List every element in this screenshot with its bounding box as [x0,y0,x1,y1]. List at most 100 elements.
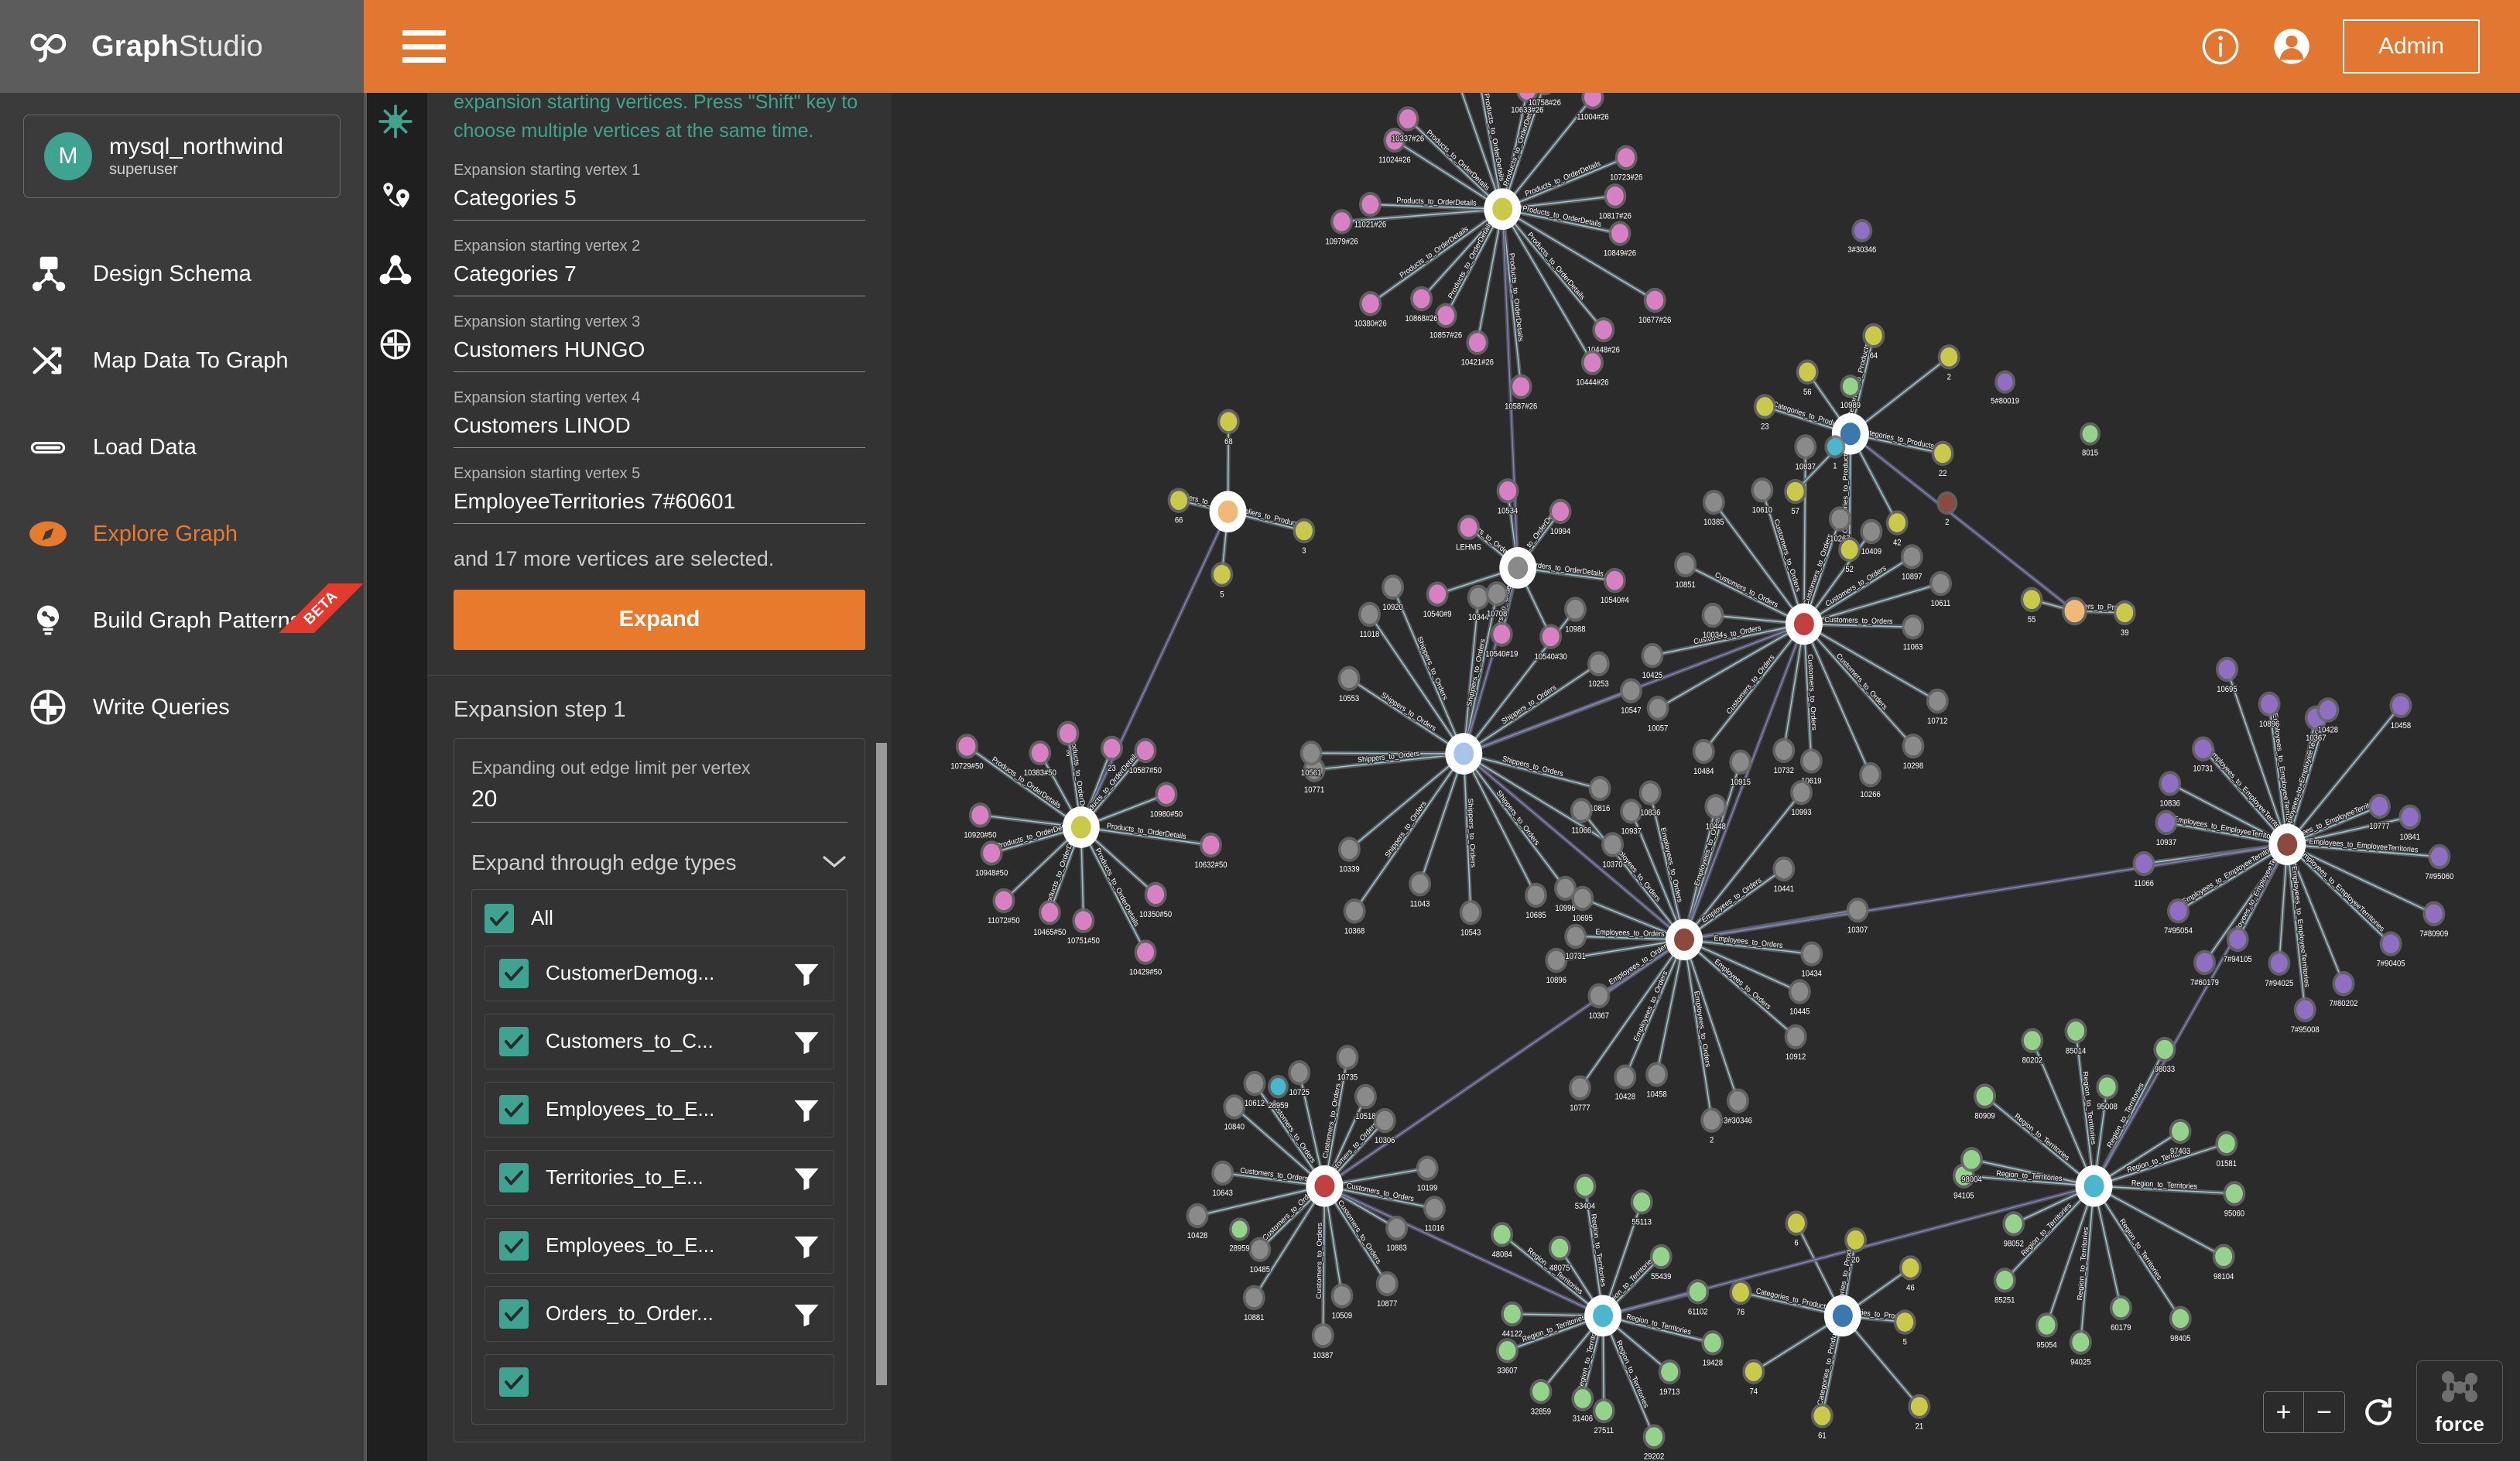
graph-node[interactable]: 10298 [1902,733,1925,772]
graph-node[interactable]: 22 [1931,440,1954,479]
node-circle[interactable] [1910,1397,1928,1416]
graph-node[interactable]: 10057 [1646,696,1669,734]
graph-node[interactable]: 61102 [1686,1279,1710,1318]
graph-node[interactable]: 8015 [2080,422,2101,459]
node-circle[interactable] [1103,738,1121,758]
node-circle[interactable] [2319,700,2337,720]
database-card[interactable]: M mysql_northwind superuser [23,115,341,198]
node-circle[interactable] [1498,1341,1516,1360]
node-circle[interactable] [1929,691,1946,711]
node-circle[interactable] [1792,782,1810,802]
node-circle[interactable] [1775,859,1792,879]
graph-node[interactable]: 7#94025 [2264,950,2295,989]
node-circle[interactable] [1611,224,1628,243]
node-circle[interactable] [1220,412,1238,432]
node-circle[interactable] [1796,437,1814,457]
node-circle[interactable] [1361,294,1379,313]
vertex-field-3[interactable]: Expansion starting vertex 3 Customers HU… [454,313,865,372]
node-circle[interactable] [995,891,1012,911]
node-circle[interactable] [1556,878,1574,898]
graph-node[interactable]: 11063 [1902,614,1925,653]
node-circle[interactable] [2392,696,2409,716]
graph-node[interactable]: 33607 [1496,1338,1519,1377]
graph-node[interactable]: 10428 [1186,1203,1209,1241]
graph-node[interactable]: 85251 [1993,1268,2016,1306]
node-circle[interactable] [2425,904,2443,924]
node-circle[interactable] [1705,492,1723,512]
node-circle[interactable] [1157,785,1175,804]
queries-icon[interactable] [378,327,413,362]
node-circle[interactable] [1618,148,1635,167]
node-circle[interactable] [2401,807,2419,827]
expand-vertices-icon[interactable] [378,104,413,139]
node-circle[interactable] [2215,1247,2233,1267]
node-circle[interactable] [1527,885,1545,905]
node-circle[interactable] [1703,1110,1721,1130]
graph-node[interactable] [2062,597,2088,626]
node-circle[interactable] [1566,926,1584,946]
graph-node[interactable]: 01581 [2215,1131,2238,1169]
node-circle[interactable] [1832,1304,1853,1327]
node-circle[interactable] [1997,373,2013,391]
node-circle[interactable] [2038,1316,2056,1335]
node-circle[interactable] [2217,1134,2235,1154]
node-circle[interactable] [1333,212,1351,231]
graph-node[interactable]: 19428 [1701,1330,1724,1369]
node-circle[interactable] [1576,1176,1594,1196]
edge-types-header[interactable]: Expand through edge types [471,850,847,875]
funnel-icon[interactable] [793,1234,820,1258]
sidebar-item-write-queries[interactable]: Write Queries [0,664,364,751]
graph-node[interactable]: 55113 [1630,1189,1653,1228]
node-circle[interactable] [1606,570,1624,590]
node-circle[interactable] [1864,326,1882,346]
node-circle[interactable] [1903,547,1921,566]
graph-node[interactable]: 10920#50 [963,802,998,841]
node-circle[interactable] [2229,929,2247,949]
checkbox-all[interactable] [484,903,514,933]
node-circle[interactable] [1170,491,1188,510]
graph-node[interactable]: 98405 [2169,1305,2192,1344]
node-circle[interactable] [1214,1163,1231,1183]
node-circle[interactable] [1270,1078,1286,1096]
graph-node[interactable]: 10425 [1641,642,1664,682]
graph-node[interactable]: 10632#50 [1193,832,1228,871]
graph-node[interactable]: 60179 [2109,1295,2132,1334]
edge-type-row[interactable]: Customers_to_C... [484,1013,834,1069]
graph-edge[interactable] [1850,433,2075,612]
chevron-down-icon[interactable] [821,850,847,875]
graph-node[interactable]: 11072#50 [987,888,1021,926]
edge-type-row[interactable]: Employees_to_E... [484,1217,834,1274]
node-circle[interactable] [1799,362,1816,382]
graph-node[interactable]: 10368 [1343,898,1366,937]
node-circle[interactable] [1290,1062,1308,1083]
graph-node[interactable]: 98052 [2002,1211,2025,1250]
node-circle[interactable] [1622,802,1640,821]
node-circle[interactable] [1689,1282,1707,1302]
node-circle[interactable] [1904,618,1922,637]
node-circle[interactable] [1412,289,1430,309]
node-circle[interactable] [1376,1110,1394,1131]
graph-node[interactable]: 56 [1796,359,1819,398]
node-circle[interactable] [1231,1220,1248,1238]
node-circle[interactable] [1419,1158,1436,1178]
graph-node[interactable]: 10199 [1416,1155,1439,1194]
node-circle[interactable] [1488,584,1506,604]
node-circle[interactable] [2116,603,2134,623]
node-circle[interactable] [1340,840,1358,859]
graph-node[interactable]: 10979#26 [1324,209,1359,248]
graph-node[interactable]: 10851 [1674,552,1697,590]
node-circle[interactable] [1074,911,1092,931]
graph-node[interactable]: 10367 [1587,983,1611,1021]
node-circle[interactable] [1245,1288,1263,1308]
zoom-out-button[interactable]: − [2304,1392,2344,1432]
graph-node[interactable]: 95008 [2096,1074,2119,1113]
graph-node[interactable]: 10836 [2159,771,2182,809]
graph-node[interactable]: 10540#4 [1600,567,1630,607]
node-circle[interactable] [1059,724,1077,744]
graph-node[interactable]: 95054 [2035,1312,2058,1351]
graph-node[interactable]: 10994 [1549,498,1572,537]
node-circle[interactable] [2261,694,2279,714]
graph-node[interactable]: 10441 [1772,856,1796,895]
graph-node[interactable]: 80909 [1974,1083,1996,1122]
graph-node[interactable]: 10428 [1614,1064,1637,1103]
